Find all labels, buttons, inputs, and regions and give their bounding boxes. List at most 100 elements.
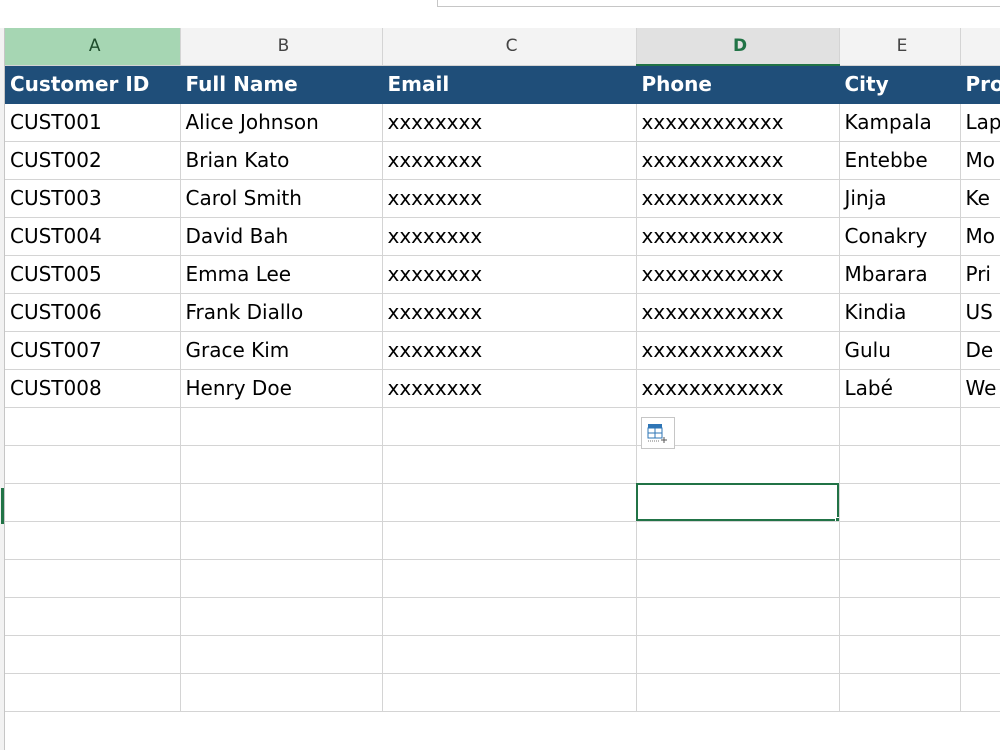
empty-cell[interactable] bbox=[382, 597, 637, 636]
empty-cell[interactable] bbox=[382, 559, 637, 598]
cell[interactable]: xxxxxxxxxxxx bbox=[636, 369, 840, 408]
empty-cell[interactable] bbox=[180, 635, 383, 674]
cell[interactable]: Frank Diallo bbox=[180, 293, 383, 332]
header-product[interactable]: Pro bbox=[960, 65, 1000, 104]
header-full-name[interactable]: Full Name bbox=[180, 65, 383, 104]
cell[interactable]: xxxxxxxx bbox=[382, 217, 637, 256]
header-phone[interactable]: Phone bbox=[636, 65, 840, 104]
empty-cell[interactable] bbox=[180, 673, 383, 712]
cell[interactable]: Carol Smith bbox=[180, 179, 383, 218]
cell[interactable]: xxxxxxxxxxxx bbox=[636, 255, 840, 294]
empty-cell[interactable] bbox=[636, 673, 840, 712]
empty-cell[interactable] bbox=[839, 673, 961, 712]
cell[interactable]: xxxxxxxxxxxx bbox=[636, 141, 840, 180]
empty-cell[interactable] bbox=[382, 483, 637, 522]
empty-cell[interactable] bbox=[180, 483, 383, 522]
active-cell[interactable] bbox=[636, 483, 840, 522]
empty-cell[interactable] bbox=[839, 597, 961, 636]
cell[interactable]: We bbox=[960, 369, 1000, 408]
empty-cell[interactable] bbox=[960, 445, 1000, 484]
empty-cell[interactable] bbox=[960, 559, 1000, 598]
empty-cell[interactable] bbox=[5, 445, 181, 484]
cell[interactable]: Henry Doe bbox=[180, 369, 383, 408]
cell[interactable]: Jinja bbox=[839, 179, 961, 218]
empty-cell[interactable] bbox=[382, 635, 637, 674]
empty-cell[interactable] bbox=[839, 521, 961, 560]
column-header-c[interactable]: C bbox=[382, 28, 637, 66]
empty-cell[interactable] bbox=[839, 483, 961, 522]
cell[interactable]: xxxxxxxxxxxx bbox=[636, 331, 840, 370]
empty-cell[interactable] bbox=[5, 635, 181, 674]
cell[interactable]: Labé bbox=[839, 369, 961, 408]
empty-cell[interactable] bbox=[5, 407, 181, 446]
cell[interactable]: xxxxxxxxxxxx bbox=[636, 293, 840, 332]
cell[interactable]: xxxxxxxx bbox=[382, 103, 637, 142]
cell[interactable]: Gulu bbox=[839, 331, 961, 370]
cell[interactable]: Mo bbox=[960, 141, 1000, 180]
cell[interactable]: xxxxxxxxxxxx bbox=[636, 217, 840, 256]
empty-cell[interactable] bbox=[180, 407, 383, 446]
column-header-a[interactable]: A bbox=[5, 28, 181, 66]
empty-cell[interactable] bbox=[839, 445, 961, 484]
cell[interactable]: Brian Kato bbox=[180, 141, 383, 180]
column-header-f[interactable] bbox=[960, 28, 1000, 66]
empty-cell[interactable] bbox=[839, 407, 961, 446]
cell[interactable]: CUST002 bbox=[5, 141, 181, 180]
cell[interactable]: xxxxxxxx bbox=[382, 255, 637, 294]
empty-cell[interactable] bbox=[5, 673, 181, 712]
empty-cell[interactable] bbox=[960, 483, 1000, 522]
cell[interactable]: xxxxxxxx bbox=[382, 369, 637, 408]
cell[interactable]: Mbarara bbox=[839, 255, 961, 294]
empty-cell[interactable] bbox=[180, 597, 383, 636]
column-header-e[interactable]: E bbox=[839, 28, 961, 66]
cell[interactable]: De bbox=[960, 331, 1000, 370]
column-header-b[interactable]: B bbox=[180, 28, 383, 66]
empty-cell[interactable] bbox=[382, 445, 637, 484]
cell[interactable]: David Bah bbox=[180, 217, 383, 256]
empty-cell[interactable] bbox=[960, 521, 1000, 560]
empty-cell[interactable] bbox=[636, 445, 840, 484]
empty-cell[interactable] bbox=[180, 521, 383, 560]
header-customer-id[interactable]: Customer ID bbox=[5, 65, 181, 104]
paste-options-button[interactable] bbox=[641, 417, 675, 449]
empty-cell[interactable] bbox=[839, 635, 961, 674]
cell[interactable]: Kampala bbox=[839, 103, 961, 142]
empty-cell[interactable] bbox=[382, 407, 637, 446]
empty-cell[interactable] bbox=[636, 635, 840, 674]
cell[interactable]: CUST005 bbox=[5, 255, 181, 294]
column-header-d[interactable]: D bbox=[636, 28, 840, 66]
empty-cell[interactable] bbox=[960, 635, 1000, 674]
cell[interactable]: Pri bbox=[960, 255, 1000, 294]
cell[interactable]: xxxxxxxx bbox=[382, 293, 637, 332]
cell[interactable]: xxxxxxxxxxxx bbox=[636, 103, 840, 142]
cell[interactable]: US bbox=[960, 293, 1000, 332]
cell[interactable]: Grace Kim bbox=[180, 331, 383, 370]
empty-cell[interactable] bbox=[960, 407, 1000, 446]
empty-cell[interactable] bbox=[839, 559, 961, 598]
cell[interactable]: xxxxxxxx bbox=[382, 141, 637, 180]
cell[interactable]: Entebbe bbox=[839, 141, 961, 180]
empty-cell[interactable] bbox=[636, 521, 840, 560]
cell[interactable]: CUST008 bbox=[5, 369, 181, 408]
empty-cell[interactable] bbox=[5, 483, 181, 522]
empty-cell[interactable] bbox=[5, 597, 181, 636]
cell[interactable]: CUST004 bbox=[5, 217, 181, 256]
cell[interactable]: xxxxxxxx bbox=[382, 331, 637, 370]
empty-cell[interactable] bbox=[5, 521, 181, 560]
empty-cell[interactable] bbox=[5, 559, 181, 598]
cell[interactable]: CUST001 bbox=[5, 103, 181, 142]
header-city[interactable]: City bbox=[839, 65, 961, 104]
empty-cell[interactable] bbox=[180, 445, 383, 484]
empty-cell[interactable] bbox=[636, 559, 840, 598]
formula-bar[interactable] bbox=[437, 0, 1000, 7]
empty-cell[interactable] bbox=[960, 673, 1000, 712]
cell[interactable]: Lap bbox=[960, 103, 1000, 142]
cell[interactable]: Conakry bbox=[839, 217, 961, 256]
fill-handle[interactable] bbox=[834, 516, 838, 520]
header-email[interactable]: Email bbox=[382, 65, 637, 104]
cell[interactable]: xxxxxxxx bbox=[382, 179, 637, 218]
empty-cell[interactable] bbox=[636, 597, 840, 636]
cell[interactable]: Mo bbox=[960, 217, 1000, 256]
empty-cell[interactable] bbox=[180, 559, 383, 598]
empty-cell[interactable] bbox=[382, 521, 637, 560]
